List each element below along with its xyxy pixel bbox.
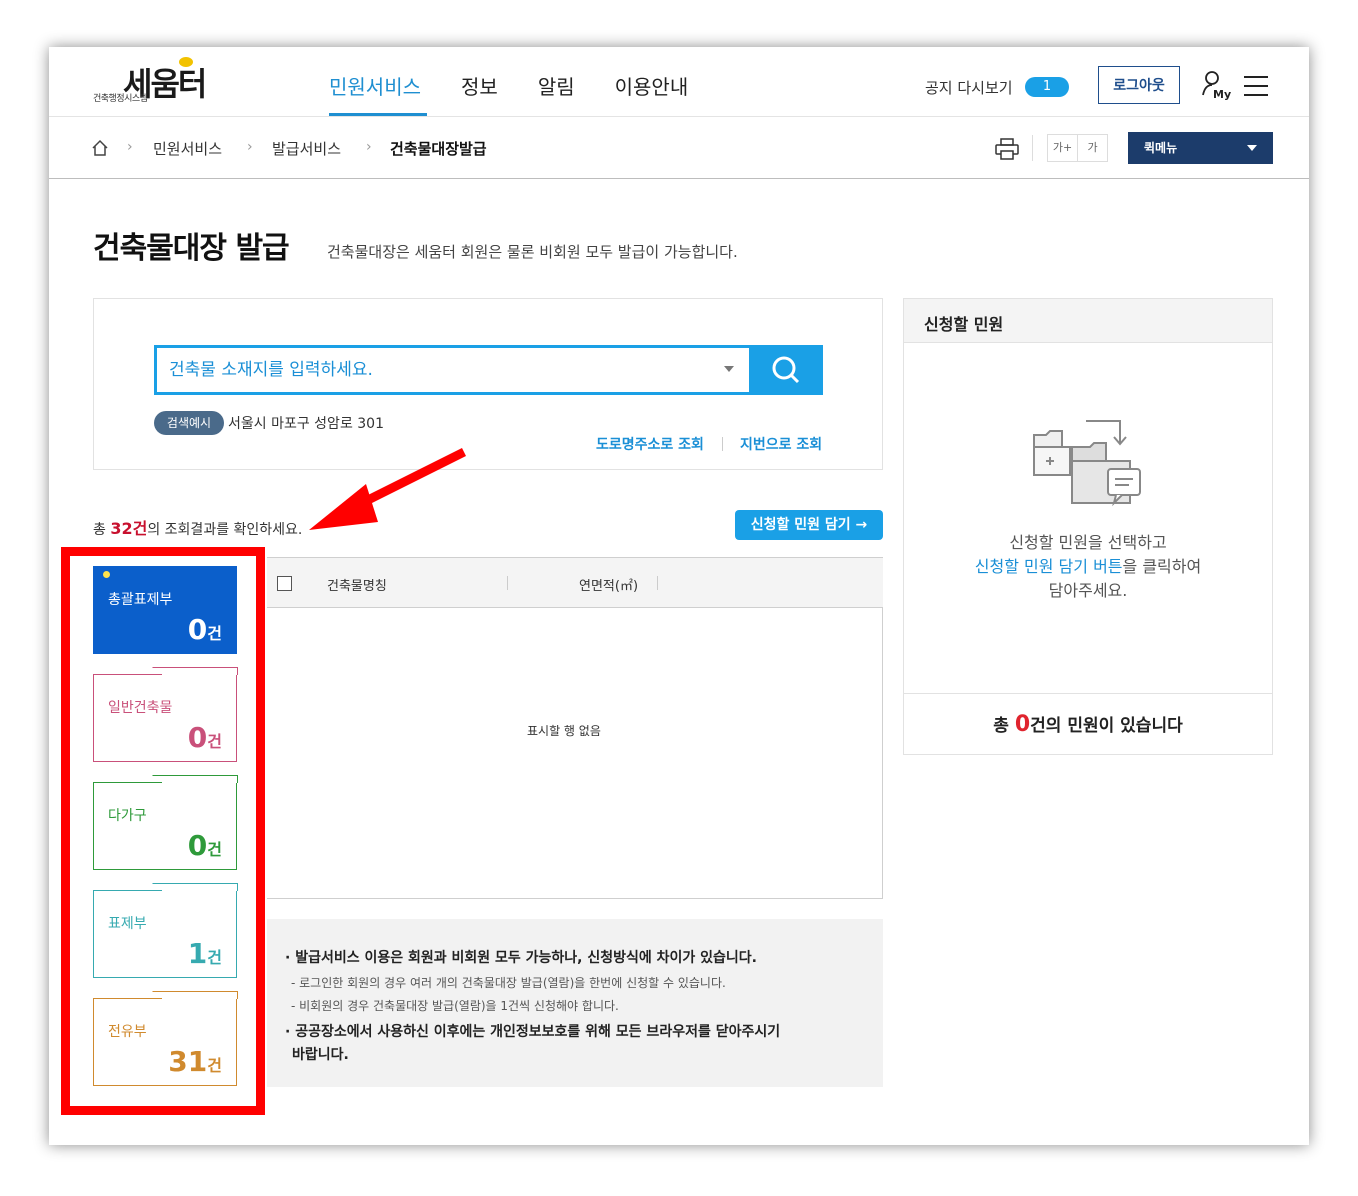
- annotation-highlight-box: [61, 547, 265, 1115]
- notice-info-box: · 발급서비스 이용은 회원과 비회원 모두 가능하나, 신청방식에 차이가 있…: [267, 919, 883, 1087]
- search-section: 건축물 소재지를 입력하세요. 검색예시 서울시 마포구 성암로 301 도로명…: [93, 298, 883, 470]
- quickmenu-label: 퀵메뉴: [1144, 141, 1178, 155]
- dropdown-caret-icon[interactable]: [724, 366, 734, 372]
- my-page-icon[interactable]: My: [1201, 69, 1231, 101]
- menu-hamburger-icon[interactable]: [1244, 76, 1268, 96]
- browser-page: 세움터 건축행정시스템 민원서비스 정보 알림 이용안내 공지 다시보기 1 로…: [49, 47, 1309, 1145]
- search-icon: [772, 356, 800, 384]
- panel-message: 담아주세요.: [1048, 581, 1128, 600]
- notice-count-badge[interactable]: 1: [1025, 77, 1069, 97]
- main-nav: 민원서비스 정보 알림 이용안내: [329, 71, 688, 100]
- application-cart-panel: 신청할 민원 신청할 민원을 선택하고 신청할 민원 담기 버튼을 클릭하여 담…: [903, 298, 1273, 755]
- info-line: · 공공장소에서 사용하신 이후에는 개인정보보호를 위해 모든 브라우저를 닫…: [285, 1024, 781, 1040]
- annotation-arrow-icon: [309, 447, 467, 530]
- notice-replay-link[interactable]: 공지 다시보기: [925, 77, 1013, 98]
- divider: [507, 576, 508, 590]
- info-line: - 로그인한 회원의 경우 여러 개의 건축물대장 발급(열람)을 한번에 신청…: [291, 976, 726, 990]
- breadcrumb-bar: › 민원서비스 › 발급서비스 › 건축물대장발급 가+ 가 퀵메뉴: [49, 117, 1309, 179]
- font-smaller-button[interactable]: 가: [1077, 134, 1108, 162]
- cart-count: 0: [1014, 712, 1031, 737]
- my-label: My: [1213, 88, 1231, 101]
- nav-civil-service[interactable]: 민원서비스: [329, 71, 421, 100]
- breadcrumb-civil-service[interactable]: 민원서비스: [153, 138, 222, 159]
- divider: [1032, 135, 1033, 161]
- info-line: · 발급서비스 이용은 회원과 비회원 모두 가능하나, 신청방식에 차이가 있…: [285, 950, 757, 966]
- nav-info[interactable]: 정보: [461, 71, 498, 100]
- divider: [657, 576, 658, 590]
- caret-down-icon: [1247, 145, 1257, 151]
- panel-header: 신청할 민원: [904, 299, 1272, 343]
- font-larger-button[interactable]: 가+: [1047, 134, 1078, 162]
- breadcrumb-current: 건축물대장발급: [390, 140, 487, 158]
- folder-transfer-icon: [1032, 417, 1144, 513]
- seumteo-logo[interactable]: 세움터 건축행정시스템: [93, 57, 233, 105]
- road-address-search-link[interactable]: 도로명주소로 조회: [596, 434, 704, 454]
- print-icon[interactable]: [995, 138, 1019, 160]
- nav-guide[interactable]: 이용안내: [615, 71, 689, 100]
- add-to-cart-button[interactable]: 신청할 민원 담기 →: [735, 510, 883, 540]
- column-header-building-name: 건축물명칭: [327, 579, 387, 594]
- address-search-input[interactable]: 건축물 소재지를 입력하세요.: [154, 345, 750, 395]
- home-icon[interactable]: [91, 139, 109, 157]
- breadcrumb-chevron-icon: ›: [247, 139, 253, 155]
- result-count-text: 총 32건의 조회결과를 확인하세요.: [93, 519, 303, 538]
- lot-number-search-link[interactable]: 지번으로 조회: [740, 434, 822, 454]
- page-description: 건축물대장은 세움터 회원은 물론 비회원 모두 발급이 가능합니다.: [327, 243, 738, 261]
- nav-alerts[interactable]: 알림: [538, 71, 575, 100]
- panel-message-highlight: 신청할 민원 담기 버튼: [974, 557, 1123, 576]
- logout-button[interactable]: 로그아웃: [1098, 66, 1180, 104]
- empty-message: 표시할 행 없음: [527, 724, 601, 738]
- result-count: 32건: [110, 519, 148, 538]
- quickmenu-dropdown[interactable]: 퀵메뉴: [1128, 132, 1273, 164]
- breadcrumb-chevron-icon: ›: [127, 139, 133, 155]
- panel-message: 신청할 민원을 선택하고: [1009, 533, 1167, 552]
- info-line: 바랍니다.: [292, 1047, 349, 1063]
- logo-sub-text: 건축행정시스템: [93, 94, 148, 104]
- column-header-total-area: 연면적(㎡): [579, 579, 639, 594]
- breadcrumb-chevron-icon: ›: [366, 139, 372, 155]
- panel-footer-count: 총 0건의 민원이 있습니다: [904, 693, 1272, 755]
- site-header: 세움터 건축행정시스템 민원서비스 정보 알림 이용안내 공지 다시보기 1 로…: [49, 47, 1309, 117]
- example-badge: 검색예시: [154, 411, 224, 435]
- table-header: 건축물명칭 연면적(㎡): [267, 558, 883, 608]
- panel-title: 신청할 민원: [924, 315, 1004, 334]
- select-all-checkbox[interactable]: [277, 576, 292, 591]
- search-button[interactable]: [749, 345, 823, 395]
- results-table: 건축물명칭 연면적(㎡) 표시할 행 없음: [267, 557, 883, 899]
- nav-active-underline: [329, 113, 427, 116]
- example-address: 서울시 마포구 성암로 301: [228, 416, 384, 432]
- panel-message: 신청할 민원 담기 버튼을 클릭하여: [974, 557, 1202, 576]
- divider: [722, 437, 723, 451]
- info-line: - 비회원의 경우 건축물대장 발급(열람)을 1건씩 신청해야 합니다.: [291, 999, 619, 1013]
- page-title: 건축물대장 발급: [93, 231, 290, 266]
- breadcrumb-issue-service[interactable]: 발급서비스: [272, 138, 341, 159]
